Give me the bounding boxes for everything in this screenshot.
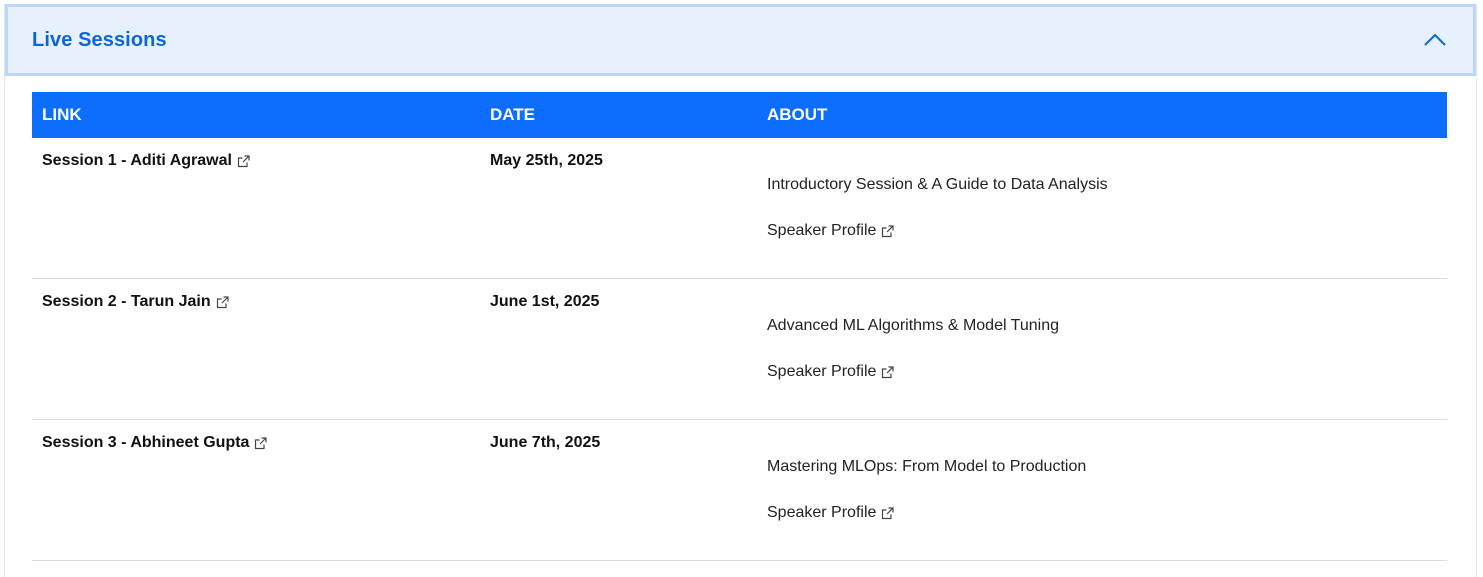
about-cell: Advanced ML Algorithms & Model Tuning Sp…: [757, 279, 1447, 419]
page: Live Sessions LINK DATE ABOUT Session 1 …: [0, 0, 1483, 577]
session-cell: Session 3 - Abhineet Gupta: [32, 420, 480, 560]
about-text: Introductory Session & A Guide to Data A…: [767, 176, 1108, 193]
date-cell: May 25th, 2025: [490, 152, 603, 169]
external-link-icon: [237, 154, 250, 167]
external-link-icon: [255, 436, 268, 449]
column-header-date: DATE: [490, 105, 536, 124]
chevron-up-icon[interactable]: [1423, 28, 1447, 52]
column-header-link: LINK: [42, 105, 82, 124]
speaker-profile-label: Speaker Profile: [767, 363, 877, 380]
session-cell: Session 2 - Tarun Jain: [32, 279, 480, 419]
table-header: LINK DATE ABOUT: [32, 92, 1447, 138]
sessions-table: LINK DATE ABOUT Session 1 - Aditi Agrawa…: [32, 92, 1447, 561]
about-text: Mastering MLOps: From Model to Productio…: [767, 458, 1087, 475]
external-link-icon: [882, 506, 894, 519]
table-row: Session 1 - Aditi Agrawal May 25th, 2025…: [32, 138, 1447, 279]
speaker-profile-link[interactable]: Speaker Profile: [767, 222, 894, 240]
external-link-icon: [882, 365, 894, 378]
session-link-label: Session 3 - Abhineet Gupta: [42, 434, 250, 451]
about-cell: Introductory Session & A Guide to Data A…: [757, 138, 1447, 278]
column-header-about: ABOUT: [767, 105, 828, 124]
accordion-title: Live Sessions: [32, 28, 167, 51]
session-link[interactable]: Session 1 - Aditi Agrawal: [42, 152, 250, 170]
date-cell: June 1st, 2025: [490, 293, 600, 310]
speaker-profile-label: Speaker Profile: [767, 504, 877, 521]
about-text: Advanced ML Algorithms & Model Tuning: [767, 317, 1060, 334]
speaker-profile-link[interactable]: Speaker Profile: [767, 363, 894, 381]
external-link-icon: [216, 295, 229, 308]
table-row: Session 2 - Tarun Jain June 1st, 2025 Ad…: [32, 279, 1447, 420]
session-link-label: Session 1 - Aditi Agrawal: [42, 152, 232, 169]
speaker-profile-link[interactable]: Speaker Profile: [767, 504, 894, 522]
live-sessions-accordion: Live Sessions LINK DATE ABOUT Session 1 …: [4, 4, 1477, 577]
session-link[interactable]: Session 3 - Abhineet Gupta: [42, 434, 268, 452]
date-cell: June 7th, 2025: [490, 434, 601, 451]
external-link-icon: [882, 224, 894, 237]
session-link-label: Session 2 - Tarun Jain: [42, 293, 211, 310]
session-link[interactable]: Session 2 - Tarun Jain: [42, 293, 229, 311]
accordion-header[interactable]: Live Sessions: [5, 4, 1476, 76]
table-row: Session 3 - Abhineet Gupta June 7th, 202…: [32, 420, 1447, 561]
about-cell: Mastering MLOps: From Model to Productio…: [757, 420, 1447, 560]
speaker-profile-label: Speaker Profile: [767, 222, 877, 239]
session-cell: Session 1 - Aditi Agrawal: [32, 138, 480, 278]
